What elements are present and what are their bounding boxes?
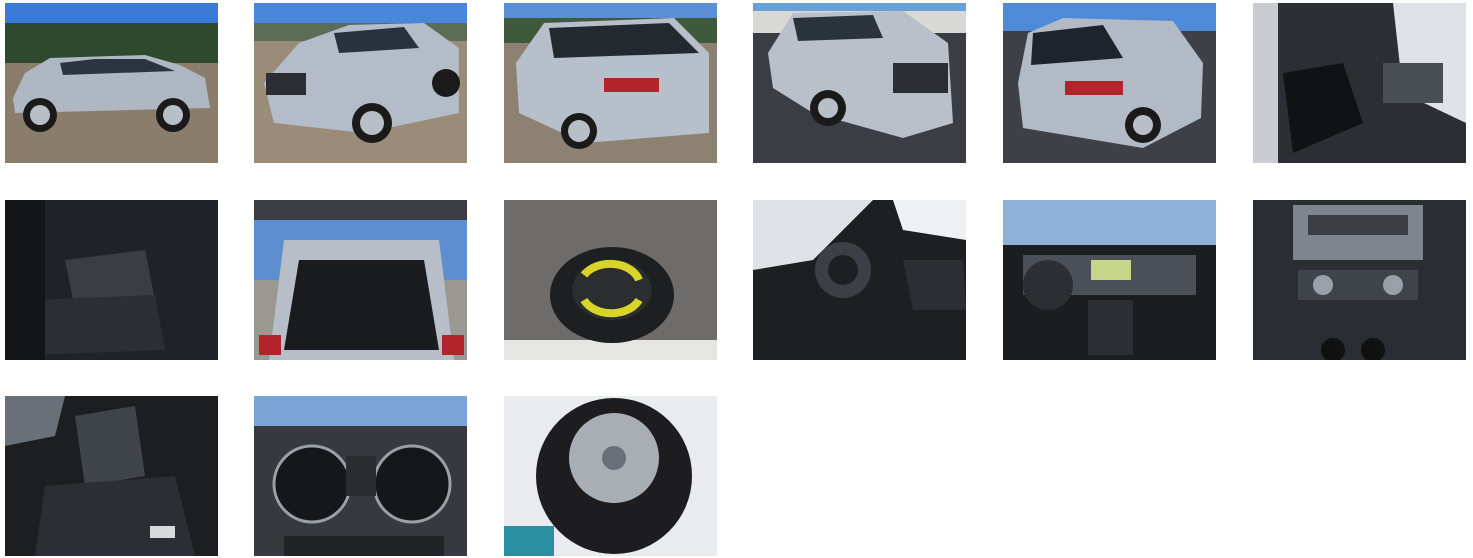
car-photo-interior-dashboard-front — [1003, 200, 1216, 360]
car-photo-exterior-front-quarter — [254, 3, 467, 163]
photo-thumbnail-9[interactable] — [504, 200, 717, 360]
car-photo-interior-rear-seats — [5, 200, 218, 360]
car-photo-open-trunk — [254, 200, 467, 360]
photo-thumbnail-2[interactable] — [254, 3, 467, 163]
car-photo-instrument-cluster — [254, 396, 467, 556]
photo-thumbnail-3[interactable] — [504, 3, 717, 163]
photo-thumbnail-1[interactable] — [5, 3, 218, 163]
car-photo-exterior-side — [5, 3, 218, 163]
photo-thumbnail-8[interactable] — [254, 200, 467, 360]
car-photo-interior-rear-seat-detail — [5, 396, 218, 556]
car-photo-spare-wheel — [504, 200, 717, 360]
photo-thumbnail-10[interactable] — [753, 200, 966, 360]
photo-gallery — [0, 0, 1473, 558]
car-photo-interior-driver-seat — [1253, 3, 1466, 163]
car-photo-exterior-rear-quarter — [504, 3, 717, 163]
photo-thumbnail-14[interactable] — [254, 396, 467, 556]
photo-thumbnail-6[interactable] — [1253, 3, 1466, 163]
photo-thumbnail-13[interactable] — [5, 396, 218, 556]
photo-thumbnail-11[interactable] — [1003, 200, 1216, 360]
car-photo-center-console — [1253, 200, 1466, 360]
photo-thumbnail-15[interactable] — [504, 396, 717, 556]
car-photo-winter-tires — [504, 396, 717, 556]
photo-thumbnail-12[interactable] — [1253, 200, 1466, 360]
car-photo-exterior-rear — [1003, 3, 1216, 163]
photo-thumbnail-5[interactable] — [1003, 3, 1216, 163]
car-photo-exterior-front — [753, 3, 966, 163]
photo-thumbnail-4[interactable] — [753, 3, 966, 163]
car-photo-interior-dashboard-side — [753, 200, 966, 360]
photo-thumbnail-7[interactable] — [5, 200, 218, 360]
